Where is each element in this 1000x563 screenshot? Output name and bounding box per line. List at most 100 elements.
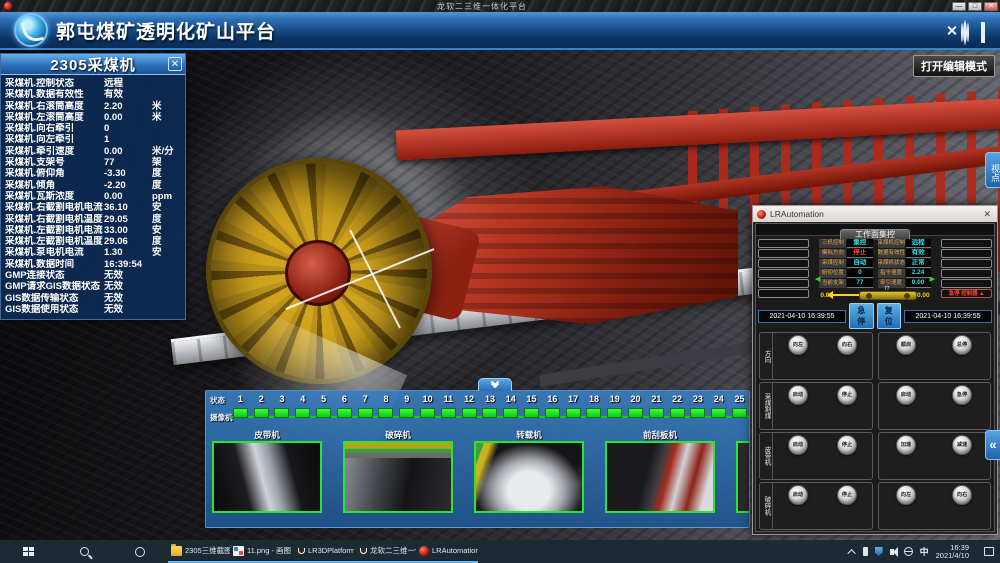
taskbar-item[interactable]: LR3DPlatform - U... (292, 540, 354, 563)
taskbar-item[interactable]: LRAutomation (416, 540, 478, 563)
round-control-button[interactable]: 启动 (788, 435, 808, 455)
channel-status-block[interactable] (711, 408, 726, 418)
cortana-button[interactable] (112, 540, 168, 563)
camera-channel[interactable]: 19 (604, 393, 625, 418)
round-control-button[interactable]: 加速 (896, 435, 916, 455)
start-button[interactable] (0, 540, 56, 563)
clock[interactable]: 16:39 2021/4/10 (936, 544, 969, 560)
channel-status-block[interactable] (670, 408, 685, 418)
round-control-button[interactable]: 启动 (896, 385, 916, 405)
channel-status-block[interactable] (649, 408, 664, 418)
camera-channel[interactable]: 17 (563, 393, 584, 418)
round-control-button[interactable]: 减速 (952, 435, 972, 455)
camera-channel[interactable]: 1 (230, 393, 251, 418)
reset-button[interactable]: 复位 (877, 303, 902, 329)
feed-thumbnail[interactable] (605, 441, 715, 513)
channel-status-block[interactable] (274, 408, 289, 418)
lrautomation-titlebar[interactable]: LRAutomation ✕ (753, 206, 997, 222)
tray-expand-icon[interactable] (847, 549, 855, 557)
sequence-start-button[interactable] (758, 289, 809, 298)
round-control-button[interactable]: 向左 (896, 485, 916, 505)
round-control-button[interactable]: 启动 (788, 485, 808, 505)
sequence-start-button[interactable] (758, 279, 809, 288)
motor-start-button[interactable] (941, 279, 992, 288)
camera-channel[interactable]: 2 (251, 393, 272, 418)
tools-icon[interactable] (945, 24, 958, 37)
camera-channel[interactable]: 23 (688, 393, 709, 418)
gear-icon[interactable] (963, 22, 967, 43)
search-button[interactable] (56, 540, 112, 563)
round-control-button[interactable]: 急停 (952, 385, 972, 405)
camera-channel[interactable]: 14 (500, 393, 521, 418)
channel-status-block[interactable] (690, 408, 705, 418)
motor-start-button[interactable] (941, 239, 992, 248)
channel-status-block[interactable] (607, 408, 622, 418)
taskbar-item[interactable]: 11.png - 画图 (230, 540, 292, 563)
defender-shield-icon[interactable] (875, 547, 883, 556)
round-control-button[interactable]: 向右 (837, 335, 857, 355)
camera-channel[interactable]: 16 (542, 393, 563, 418)
round-control-button[interactable]: 停止 (837, 385, 857, 405)
motor-start-button[interactable] (941, 249, 992, 258)
close-button[interactable]: ✕ (984, 2, 998, 11)
feed-thumbnail[interactable] (343, 441, 453, 513)
round-control-button[interactable]: 停止 (837, 435, 857, 455)
channel-status-block[interactable] (316, 408, 331, 418)
open-edit-mode-button[interactable]: 打开编辑模式 (913, 55, 995, 77)
stop-button[interactable]: 急停 (849, 303, 874, 329)
sequence-start-button[interactable] (758, 249, 809, 258)
camera-channel[interactable]: 22 (667, 393, 688, 418)
round-control-button[interactable]: 总停 (952, 335, 972, 355)
sequence-start-button[interactable] (758, 259, 809, 268)
camera-channel[interactable]: 13 (480, 393, 501, 418)
round-control-button[interactable]: 启动 (788, 385, 808, 405)
camera-channel[interactable]: 8 (376, 393, 397, 418)
channel-status-block[interactable] (482, 408, 497, 418)
camera-channel[interactable]: 25 (729, 393, 750, 418)
channel-status-block[interactable] (503, 408, 518, 418)
channel-status-block[interactable] (732, 408, 747, 418)
camera-panel-collapse-tab[interactable] (478, 378, 512, 391)
channel-status-block[interactable] (524, 408, 539, 418)
feed-thumbnail[interactable] (474, 441, 584, 513)
channel-status-block[interactable] (420, 408, 435, 418)
taskbar-item[interactable]: 龙软二三维一体化.. (354, 540, 416, 563)
panel-collapse-tab[interactable]: « (985, 430, 1000, 460)
channel-status-block[interactable] (295, 408, 310, 418)
sequence-start-button[interactable] (758, 239, 809, 248)
camera-channel[interactable]: 3 (272, 393, 293, 418)
speaker-icon[interactable] (890, 549, 894, 555)
maximize-button[interactable]: □ (968, 2, 982, 11)
camera-channel[interactable]: 11 (438, 393, 459, 418)
camera-channel[interactable]: 10 (417, 393, 438, 418)
channel-status-block[interactable] (545, 408, 560, 418)
camera-channel[interactable]: 18 (584, 393, 605, 418)
camera-channel[interactable]: 9 (396, 393, 417, 418)
motor-start-button[interactable] (941, 259, 992, 268)
camera-channel[interactable]: 24 (708, 393, 729, 418)
close-icon[interactable]: ✕ (981, 209, 993, 220)
viewpoint-tab[interactable]: 视点 (985, 152, 1000, 188)
network-globe-icon[interactable] (904, 547, 913, 556)
close-icon[interactable]: ✕ (168, 57, 182, 71)
feed-thumbnail[interactable] (736, 441, 750, 513)
camera-channel[interactable]: 12 (459, 393, 480, 418)
channel-status-block[interactable] (337, 408, 352, 418)
round-control-button[interactable]: 向左 (788, 335, 808, 355)
camera-channel[interactable]: 6 (334, 393, 355, 418)
camera-channel[interactable]: 4 (292, 393, 313, 418)
channel-status-block[interactable] (254, 408, 269, 418)
camera-channel[interactable]: 21 (646, 393, 667, 418)
camera-channel[interactable]: 5 (313, 393, 334, 418)
camera-channel[interactable]: 20 (625, 393, 646, 418)
channel-status-block[interactable] (566, 408, 581, 418)
ime-indicator[interactable]: 中 (920, 545, 929, 558)
round-control-button[interactable]: 向右 (952, 485, 972, 505)
channel-status-block[interactable] (462, 408, 477, 418)
feed-thumbnail[interactable] (212, 441, 322, 513)
sequence-start-button[interactable] (758, 269, 809, 278)
channel-status-block[interactable] (628, 408, 643, 418)
channel-status-block[interactable] (586, 408, 601, 418)
channel-status-block[interactable] (233, 408, 248, 418)
camera-channel[interactable]: 7 (355, 393, 376, 418)
